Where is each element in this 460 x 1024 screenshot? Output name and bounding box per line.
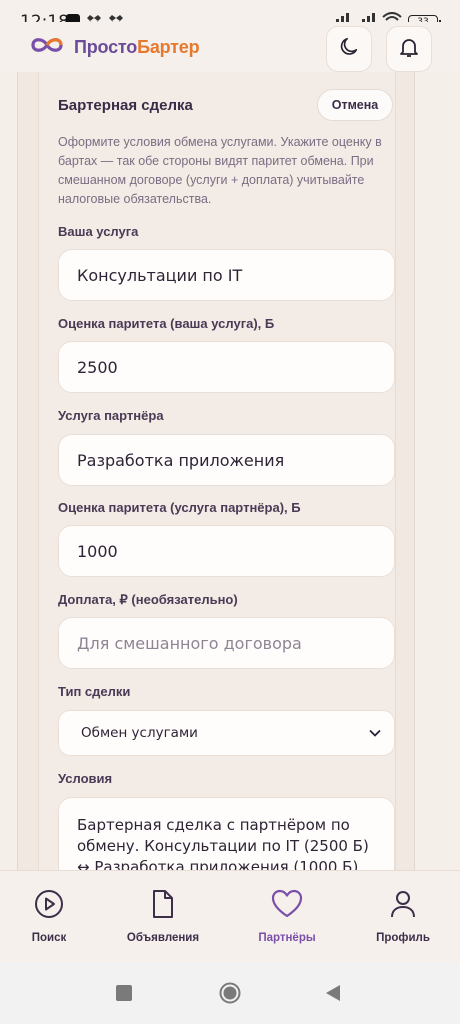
- nav-label-partners: Партнёры: [258, 932, 316, 944]
- form-hint: Оформите условия обмена услугами. Укажит…: [58, 135, 382, 206]
- deal-type-label: Тип сделки: [58, 684, 131, 699]
- bell-icon: [397, 35, 421, 64]
- form-title: Бартерная сделка: [58, 97, 193, 114]
- back-button[interactable]: [325, 984, 341, 1007]
- your-service-label: Ваша услуга: [58, 224, 139, 239]
- recents-button[interactable]: [116, 985, 132, 1006]
- nav-label-profile: Профиль: [376, 932, 430, 944]
- document-icon: [149, 889, 177, 924]
- bottom-nav: Поиск Объявления Партнёры Профиль: [0, 870, 460, 962]
- surcharge-input[interactable]: Для смешанного договора: [58, 617, 395, 669]
- cancel-button[interactable]: Отмена: [317, 89, 393, 121]
- user-icon: [389, 889, 417, 924]
- nav-label-search: Поиск: [31, 932, 67, 944]
- nav-item-listings[interactable]: Объявления: [108, 889, 218, 944]
- app-name: ПростоБартер: [74, 37, 200, 57]
- nav-label-listings: Объявления: [126, 932, 200, 944]
- infinity-logo-icon: [30, 34, 64, 61]
- home-button[interactable]: [219, 982, 241, 1009]
- partner-parity-input[interactable]: 1000: [58, 525, 395, 577]
- nav-item-profile[interactable]: Профиль: [348, 889, 458, 944]
- deal-type-value: Обмен услугами: [81, 725, 198, 741]
- deal-type-select[interactable]: Обмен услугами: [58, 710, 395, 756]
- theme-toggle-button[interactable]: [326, 26, 372, 72]
- app-logo[interactable]: ПростоБартер: [30, 34, 200, 61]
- chevron-down-icon: [368, 726, 382, 744]
- app-header: ПростоБартер: [0, 22, 460, 72]
- your-parity-input[interactable]: 2500: [58, 341, 395, 393]
- nav-item-search[interactable]: Поиск: [0, 889, 104, 944]
- nav-item-partners[interactable]: Партнёры: [232, 889, 342, 944]
- moon-icon: [338, 36, 360, 63]
- your-parity-label: Оценка паритета (ваша услуга), Б: [58, 316, 275, 331]
- play-circle-icon: [34, 889, 64, 924]
- heart-icon: [271, 889, 303, 924]
- your-service-input[interactable]: Консультации по IT: [58, 249, 395, 301]
- notifications-button[interactable]: [386, 26, 432, 72]
- system-nav-bar: [0, 962, 460, 1024]
- surcharge-label: Доплата, ₽ (необязательно): [58, 592, 238, 607]
- partner-service-input[interactable]: Разработка приложения: [58, 434, 395, 486]
- partner-service-label: Услуга партнёра: [58, 408, 164, 423]
- terms-label: Условия: [58, 771, 113, 786]
- partner-parity-label: Оценка паритета (услуга партнёра), Б: [58, 500, 301, 515]
